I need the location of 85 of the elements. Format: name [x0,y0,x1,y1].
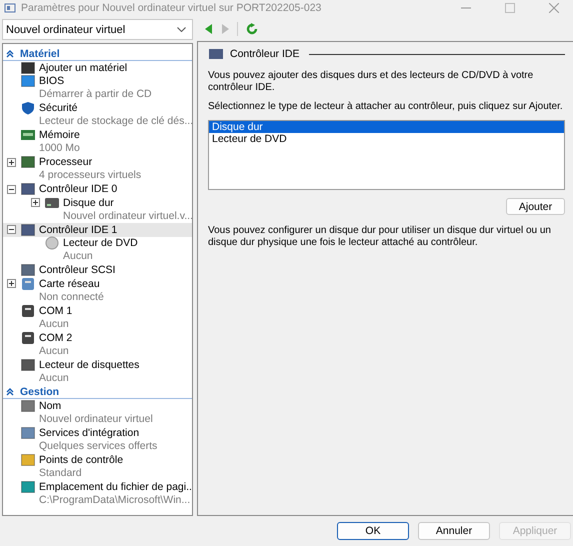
list-option[interactable]: Lecteur de DVD [209,133,564,145]
dialog-button[interactable]: OK [337,522,409,540]
expand-icon[interactable] [7,158,16,167]
item-detail: Standard [38,466,83,480]
item-label: Contrôleur IDE 1 [39,224,118,236]
window-title: Paramètres pour Nouvel ordinateur virtuel sur PORT202205-023 [21,2,322,14]
item-label: Sécurité [39,102,78,114]
item-label: Ajouter un matériel [39,62,128,74]
dvd-device-icon [44,236,60,250]
tree-item[interactable]: Sécurité Lecteur de stockage de clé dés... [3,102,192,128]
tree-item[interactable]: BIOS Démarrer à partir de CD [3,74,192,102]
window-app-icon [4,2,16,14]
section-title: Matériel [20,48,60,60]
collapse-chevrons-icon [6,50,14,58]
item-label: Processeur [39,156,92,168]
expand-icon[interactable] [7,279,16,288]
list-option[interactable]: Disque dur [209,121,564,133]
item-label: Contrôleur SCSI [39,264,116,276]
item-detail: Lecteur de stockage de clé dés... [38,115,192,128]
item-detail: Aucun [38,344,70,358]
item-label: Lecteur de DVD [63,237,138,250]
back-arrow-icon[interactable] [205,24,213,34]
tree-item[interactable]: Services d'intégration Quelques services offerts [3,426,192,453]
item-detail: Aucun [38,318,70,331]
item-detail: Nouvel ordinateur virtuel.v... [62,210,192,223]
item-label: Points de contrôle [39,454,124,466]
item-label: Emplacement du fichier de pagi... [39,480,192,493]
section-header[interactable]: Matériel [3,47,192,61]
item-detail: 1000 Mo [38,142,81,156]
tree-item[interactable]: Processeur 4 processeurs virtuels [3,156,192,182]
item-label: Mémoire [39,129,80,142]
item-detail: Non connecté [38,290,105,304]
tree-item[interactable]: COM 2 Aucun [3,331,192,358]
tree-item[interactable]: Lecteur de DVD Aucun [3,236,192,264]
item-label: COM 1 [39,304,72,317]
collapse-icon[interactable] [7,225,16,234]
dialog-button[interactable]: Annuler [418,522,490,540]
vm-dropdown[interactable]: Nouvel ordinateur virtuel [2,19,193,40]
item-label: COM 2 [39,332,72,344]
shield-device-icon [20,101,36,116]
item-detail: 4 processeurs virtuels [38,169,142,182]
item-detail: C:\ProgramData\Microsoft\Win... [38,494,192,507]
tree-item[interactable]: Disque dur Nouvel ordinateur virtuel.v... [3,196,192,223]
tree-item[interactable]: Contrôleur IDE 1 [3,223,192,236]
memory-device-icon [20,128,36,142]
item-label: Nom [39,400,62,412]
group-title: Contrôleur IDE [230,48,300,60]
section-header[interactable]: Gestion [3,385,192,399]
tree-item[interactable]: Carte réseau Non connecté [3,277,192,304]
item-label: Lecteur de disquettes [39,358,140,371]
collapse-icon[interactable] [7,184,16,194]
item-detail: Nouvel ordinateur virtuel [38,412,154,426]
add-button[interactable]: Ajouter [506,198,565,215]
tree-item[interactable]: Contrôleur IDE 0 [3,182,192,196]
refresh-icon[interactable] [246,22,258,34]
intro-text: Vous pouvez ajouter des disques durs et des lecteurs de CD/DVD à votre contrôleur IDE. [208,70,534,94]
tree-item[interactable]: Contrôleur SCSI [3,264,192,277]
item-detail: Quelques services offerts [38,440,158,453]
item-label: BIOS [39,75,64,88]
item-label: Contrôleur IDE 0 [39,183,118,196]
close-icon[interactable] [549,3,559,13]
item-label: Services d'intégration [39,426,140,439]
item-detail: Aucun [38,372,70,385]
item-label: Carte réseau [39,278,100,290]
disk-device-icon [44,196,60,210]
expand-icon[interactable] [31,198,40,208]
item-detail: Démarrer à partir de CD [38,88,153,102]
network-device-icon [20,276,36,291]
chevron-down-icon [177,27,186,32]
instruction-text: Sélectionnez le type de lecteur à attacher au contrôleur, puis cliquez sur Ajouter. [208,101,564,113]
item-label: Disque dur [63,196,114,209]
tree-item[interactable]: Ajouter un matériel [3,61,192,74]
section-title: Gestion [20,386,60,398]
port-device-icon [20,330,36,345]
maximize-icon[interactable] [505,3,515,13]
tree-item[interactable]: Points de contrôle Standard [3,453,192,480]
tree-item[interactable]: COM 1 Aucun [3,304,192,331]
tree-item[interactable]: Lecteur de disquettes Aucun [3,358,192,385]
collapse-chevrons-icon [6,388,14,396]
port-device-icon [20,304,36,318]
tree-item[interactable]: Mémoire 1000 Mo [3,128,192,156]
tree-item[interactable]: Nom Nouvel ordinateur virtuel [3,399,192,426]
item-detail: Aucun [62,250,94,264]
note-text: Vous pouvez configurer un disque dur pour utiliser un disque dur virtuel ou un disque dur physique une fois le lecteur attaché au contrôleur. [208,225,552,249]
tree-item[interactable]: Emplacement du fichier de pagi... C:\ProgramData\Microsoft\Win... [3,480,192,507]
